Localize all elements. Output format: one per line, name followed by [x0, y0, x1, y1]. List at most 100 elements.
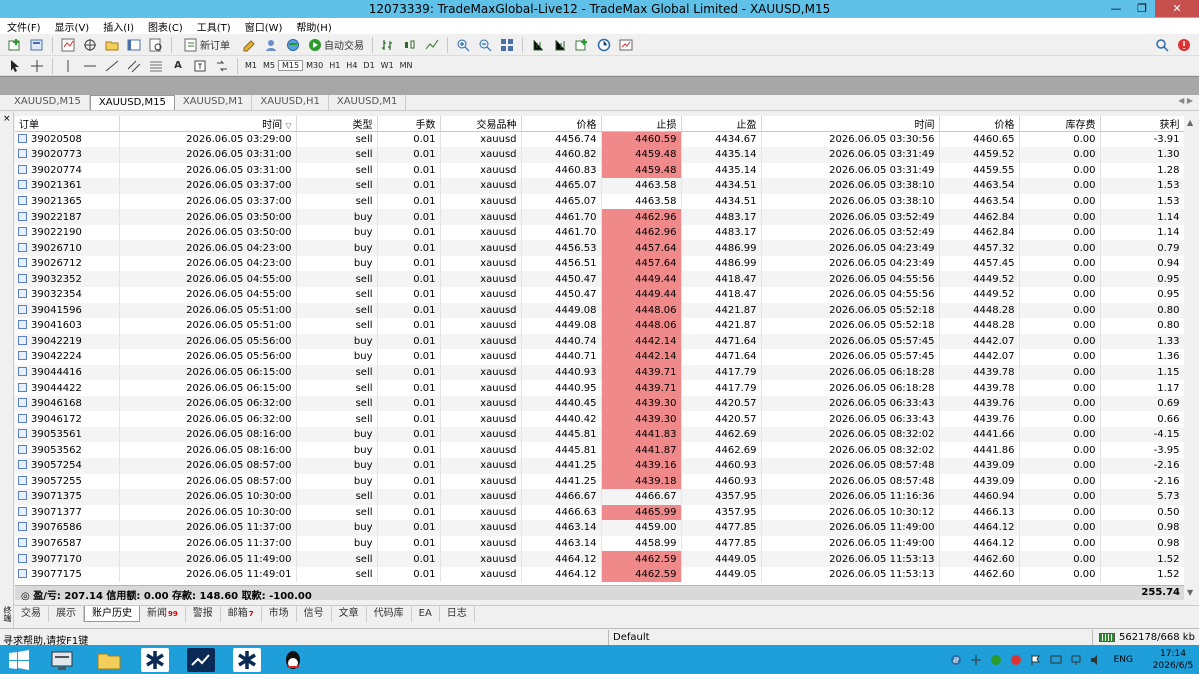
col-close-time[interactable]: 时间: [761, 116, 940, 132]
tab-news[interactable]: 新闻99: [140, 606, 186, 622]
timeframe-m5[interactable]: M5: [260, 61, 278, 70]
table-row[interactable]: 39022187 2026.06.05 03:50:00 buy 0.01 xauusd…: [15, 209, 1184, 225]
folder-icon[interactable]: [103, 36, 121, 54]
network-icon[interactable]: [1070, 654, 1082, 666]
table-row[interactable]: 39021361 2026.06.05 03:37:00 sell 0.01 xauus…: [15, 178, 1184, 194]
table-row[interactable]: 39026712 2026.06.05 04:23:00 buy 0.01 xauusd…: [15, 255, 1184, 272]
col-open-time[interactable]: 时间 ▽: [119, 116, 297, 132]
col-type[interactable]: 类型: [296, 116, 378, 132]
table-row[interactable]: 39057254 2026.06.05 08:57:00 buy 0.01 xauusd…: [15, 457, 1184, 474]
table-row[interactable]: 39077175 2026.06.05 11:49:01 sell 0.01 xauus…: [15, 566, 1184, 583]
chart-tab-active[interactable]: XAUUSD,M15: [89, 95, 175, 110]
col-order[interactable]: 订单: [15, 116, 120, 132]
zoom-out-icon[interactable]: [476, 36, 494, 54]
col-swap[interactable]: 库存费: [1019, 116, 1101, 132]
volume-icon[interactable]: [1090, 654, 1102, 666]
restore-button[interactable]: ❐: [1129, 0, 1155, 17]
taskbar-clock[interactable]: 17:14 2026/6/5: [1151, 648, 1195, 672]
menu-charts[interactable]: 图表(C): [141, 19, 190, 34]
table-row[interactable]: 39020773 2026.06.05 03:31:00 sell 0.01 xauus…: [15, 147, 1184, 163]
new-order-button[interactable]: 新订单: [178, 36, 236, 54]
templates-icon[interactable]: [617, 36, 635, 54]
search-icon[interactable]: [1153, 36, 1171, 54]
security-icon[interactable]: [1010, 654, 1022, 666]
metatrader-app-icon[interactable]: [141, 648, 169, 672]
qq-icon[interactable]: [279, 648, 307, 672]
chart-tab[interactable]: XAUUSD,M1: [175, 95, 253, 110]
table-row[interactable]: 39077170 2026.06.05 11:49:00 sell 0.01 xauus…: [15, 551, 1184, 567]
table-row[interactable]: 39022190 2026.06.05 03:50:00 buy 0.01 xauusd…: [15, 224, 1184, 241]
flag-icon[interactable]: [1030, 654, 1042, 666]
strategy-tester-icon[interactable]: [147, 36, 165, 54]
globe-icon[interactable]: [284, 36, 302, 54]
close-button[interactable]: ✕: [1155, 0, 1199, 17]
vertical-line-icon[interactable]: [59, 57, 77, 75]
equidistant-channel-icon[interactable]: [125, 57, 143, 75]
scroll-up-icon[interactable]: ▲: [1187, 118, 1193, 127]
menu-view[interactable]: 显示(V): [48, 19, 97, 34]
tab-exposure[interactable]: 展示: [49, 606, 84, 622]
periods-icon[interactable]: [595, 36, 613, 54]
timeframe-mn[interactable]: MN: [397, 61, 416, 70]
user-notification-icon[interactable]: [1175, 36, 1193, 54]
metatrader-app-icon-2[interactable]: [233, 648, 261, 672]
menu-file[interactable]: 文件(F): [0, 19, 48, 34]
market-watch-icon[interactable]: [59, 36, 77, 54]
col-symbol[interactable]: 交易品种: [440, 116, 522, 132]
tab-market[interactable]: 市场: [262, 606, 297, 622]
table-row[interactable]: 39046168 2026.06.05 06:32:00 sell 0.01 xauus…: [15, 395, 1184, 412]
col-profit[interactable]: 获利: [1100, 116, 1184, 132]
auto-scroll-icon[interactable]: [529, 36, 547, 54]
timeframe-m15[interactable]: M15: [278, 60, 304, 71]
timeframe-h4[interactable]: H4: [343, 61, 360, 70]
col-take-profit[interactable]: 止盈: [681, 116, 762, 132]
new-chart-icon[interactable]: [6, 36, 24, 54]
timeframe-m1[interactable]: M1: [242, 61, 260, 70]
trading-app-icon[interactable]: [187, 648, 215, 672]
table-row[interactable]: 39053562 2026.06.05 08:16:00 buy 0.01 xauusd…: [15, 442, 1184, 458]
tab-account-history[interactable]: 账户历史: [84, 606, 140, 622]
chart-tab[interactable]: XAUUSD,M1: [329, 95, 407, 110]
tab-trade[interactable]: 交易: [14, 606, 49, 622]
input-language[interactable]: ENG: [1114, 655, 1133, 665]
tab-mailbox[interactable]: 邮箱7: [221, 606, 262, 622]
table-row[interactable]: 39057255 2026.06.05 08:57:00 buy 0.01 xauusd…: [15, 473, 1184, 490]
tile-windows-icon[interactable]: [498, 36, 516, 54]
chart-shift-icon[interactable]: [551, 36, 569, 54]
navigator-icon[interactable]: [81, 36, 99, 54]
col-lots[interactable]: 手数: [377, 116, 441, 132]
connection-status[interactable]: 562178/668 kb: [1092, 630, 1195, 645]
timeframe-d1[interactable]: D1: [360, 61, 377, 70]
col-close-price[interactable]: 价格: [939, 116, 1020, 132]
timeframe-m30[interactable]: M30: [303, 61, 326, 70]
server-manager-icon[interactable]: [48, 648, 76, 672]
timeframe-w1[interactable]: W1: [378, 61, 397, 70]
menu-window[interactable]: 窗口(W): [238, 19, 290, 34]
zoom-in-icon[interactable]: [454, 36, 472, 54]
file-explorer-icon[interactable]: [95, 648, 123, 672]
auto-trading-button[interactable]: 自动交易: [306, 36, 366, 54]
tab-articles[interactable]: 文章: [332, 606, 367, 622]
minimize-button[interactable]: —: [1103, 0, 1129, 17]
text-tool-icon[interactable]: A: [169, 57, 187, 75]
tab-signals[interactable]: 信号: [297, 606, 332, 622]
crosshair-icon[interactable]: [28, 57, 46, 75]
col-open-price[interactable]: 价格: [521, 116, 602, 132]
table-row[interactable]: 39071377 2026.06.05 10:30:00 sell 0.01 xauus…: [15, 504, 1184, 521]
tab-scroll-arrows[interactable]: ◀ ▶: [1178, 96, 1193, 105]
candlestick-icon[interactable]: [401, 36, 419, 54]
terminal-icon[interactable]: [125, 36, 143, 54]
menu-help[interactable]: 帮助(H): [289, 19, 338, 34]
menu-tools[interactable]: 工具(T): [190, 19, 238, 34]
arrows-icon[interactable]: [213, 57, 231, 75]
text-label-icon[interactable]: [191, 57, 209, 75]
table-row[interactable]: 39076586 2026.06.05 11:37:00 buy 0.01 xauusd…: [15, 520, 1184, 536]
close-terminal-icon[interactable]: ×: [3, 114, 11, 124]
table-row[interactable]: 39026710 2026.06.05 04:23:00 buy 0.01 xauusd…: [15, 240, 1184, 256]
fibonacci-icon[interactable]: [147, 57, 165, 75]
horizontal-line-icon[interactable]: [81, 57, 99, 75]
table-row[interactable]: 39021365 2026.06.05 03:37:00 sell 0.01 xauus…: [15, 193, 1184, 210]
timeframe-h1[interactable]: H1: [326, 61, 343, 70]
chart-tab[interactable]: XAUUSD,M15: [6, 95, 90, 110]
sogou-icon[interactable]: [950, 654, 962, 666]
